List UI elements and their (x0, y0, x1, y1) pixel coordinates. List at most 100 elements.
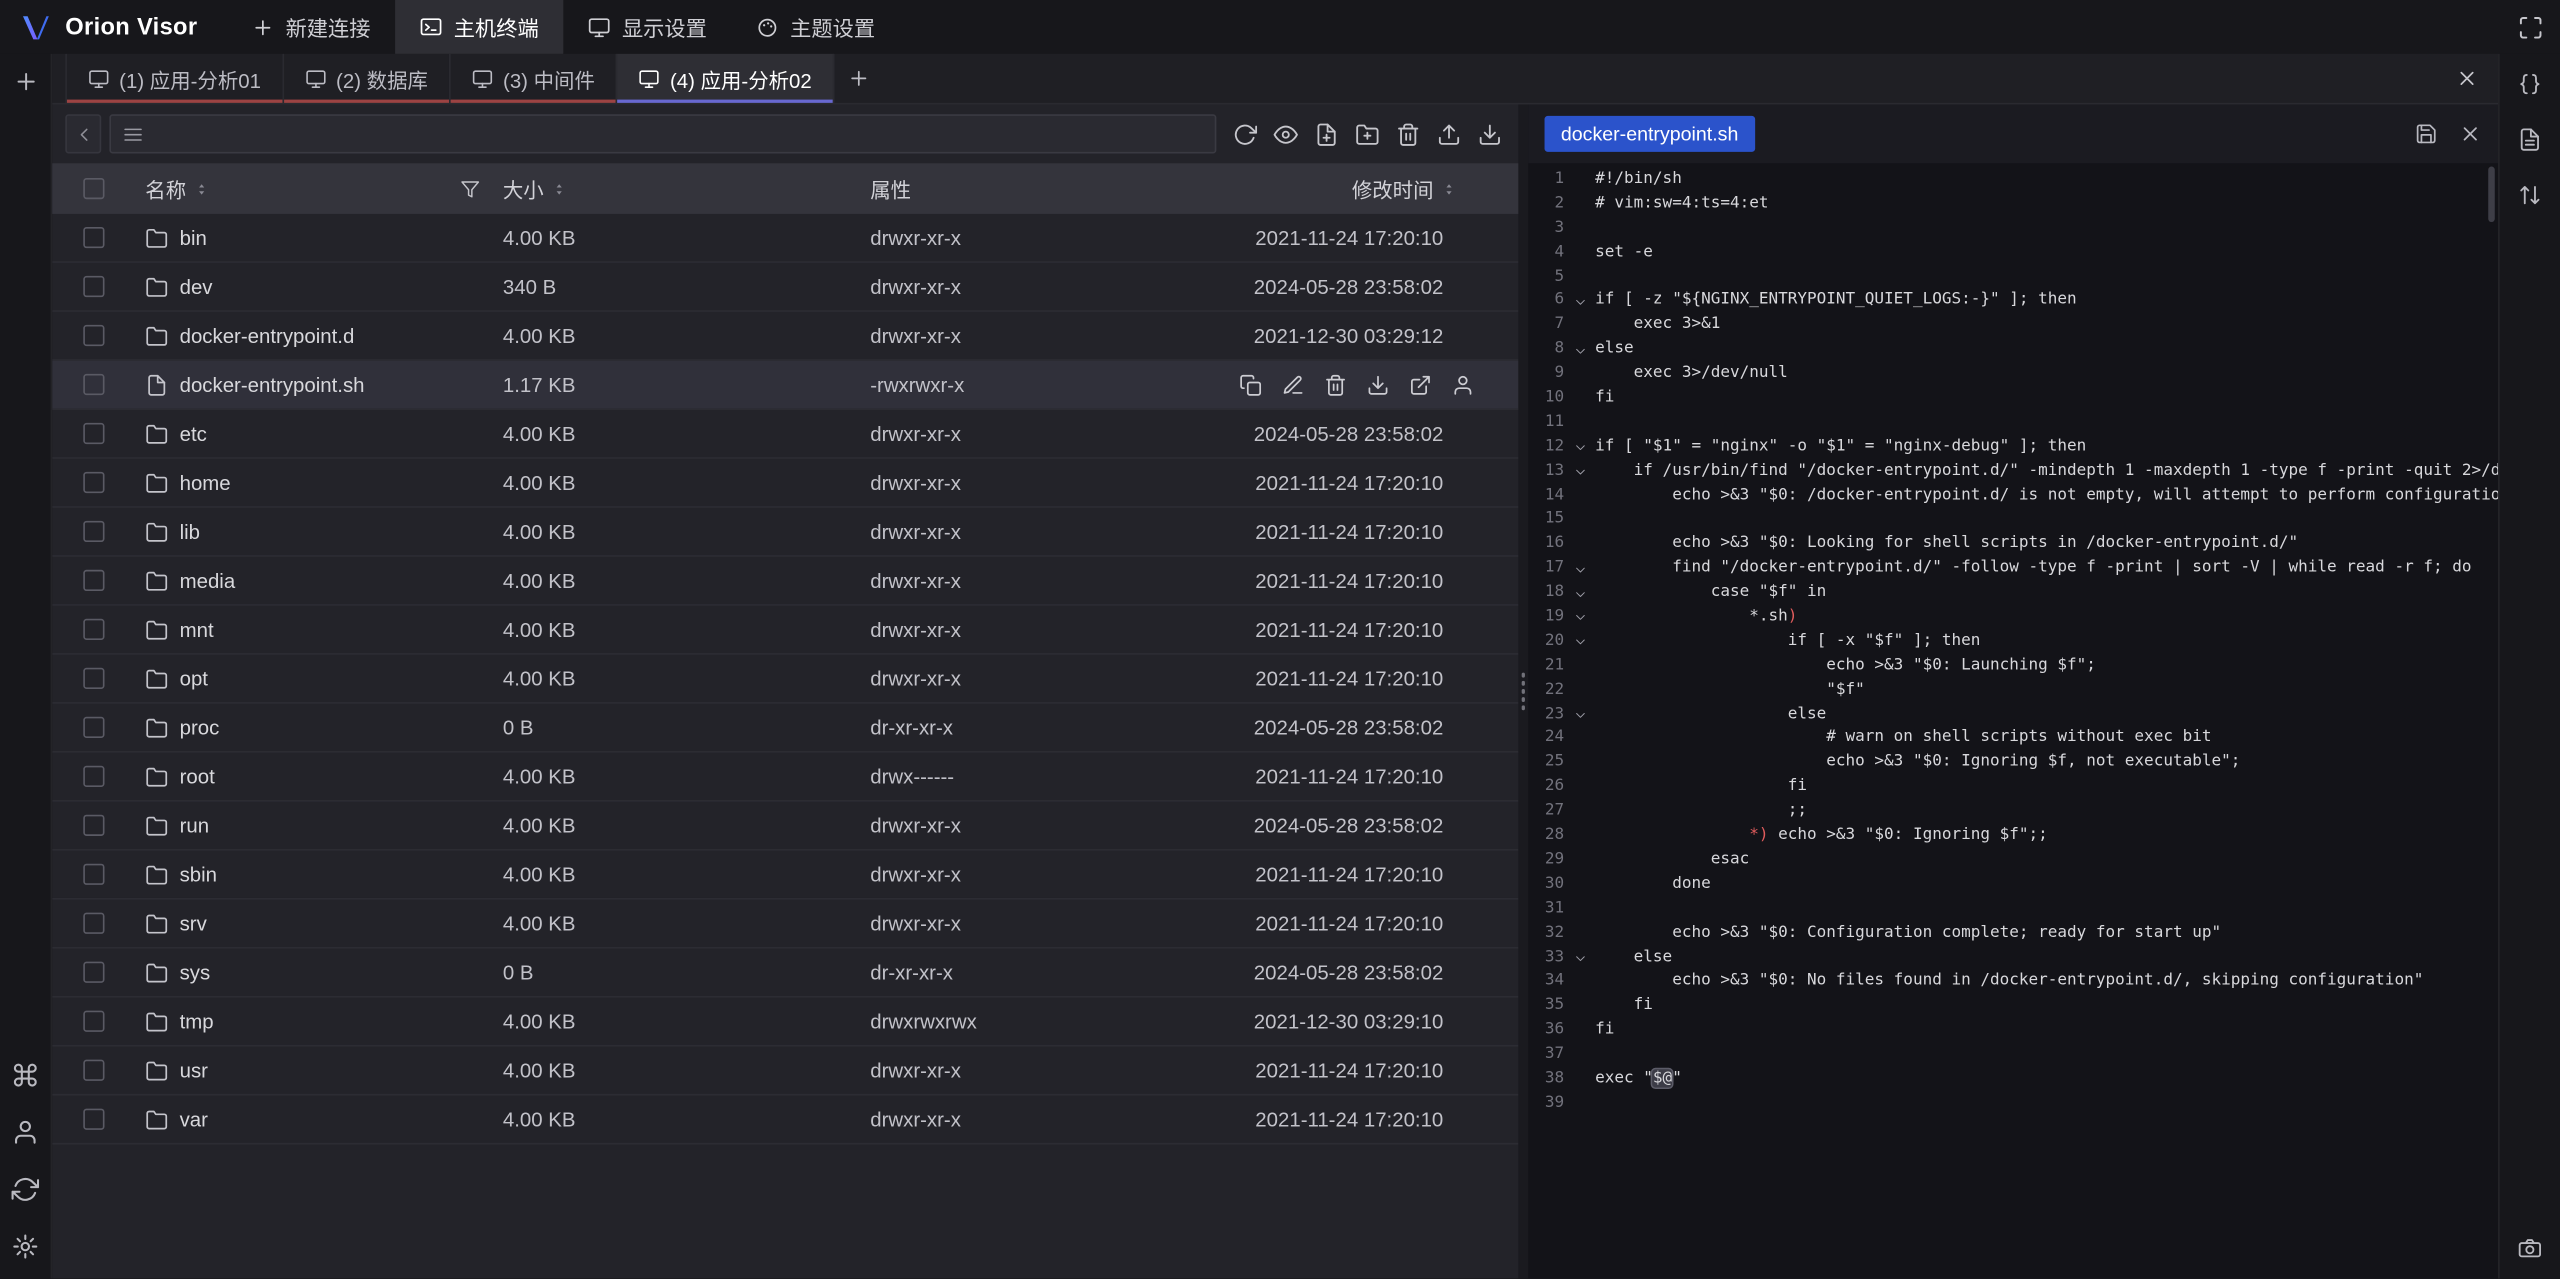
file-row[interactable]: var4.00 KBdrwxr-xr-x2021-11-24 17:20:10 (52, 1096, 1518, 1145)
filter-button[interactable] (460, 179, 480, 199)
path-input[interactable] (153, 122, 1203, 145)
editor-file-tab[interactable]: docker-entrypoint.sh (1545, 116, 1755, 152)
fold-toggle[interactable] (1564, 606, 1595, 630)
download-button[interactable] (1365, 372, 1389, 396)
fullscreen-button[interactable] (2518, 14, 2544, 40)
file-row[interactable]: srv4.00 KBdrwxr-xr-x2021-11-24 17:20:10 (52, 900, 1518, 949)
command-button[interactable] (10, 1060, 41, 1091)
fold-toggle[interactable] (1564, 557, 1595, 581)
download-button[interactable] (1469, 113, 1510, 155)
mtime-sort-button[interactable] (1442, 179, 1457, 199)
save-button[interactable] (2415, 122, 2438, 145)
row-checkbox[interactable] (83, 815, 104, 836)
file-row[interactable]: dev340 Bdrwxr-xr-x2024-05-28 23:58:02 (52, 263, 1518, 312)
eye-button[interactable] (1265, 113, 1306, 155)
file-row[interactable]: docker-entrypoint.d4.00 KBdrwxr-xr-x2021… (52, 312, 1518, 361)
fold-toggle[interactable] (1564, 703, 1595, 727)
row-checkbox[interactable] (83, 374, 104, 395)
row-checkbox[interactable] (83, 668, 104, 689)
upload-button[interactable] (1429, 113, 1470, 155)
fold-toggle[interactable] (1564, 290, 1595, 314)
column-name-label[interactable]: 名称 (145, 173, 186, 204)
file-row[interactable]: bin4.00 KBdrwxr-xr-x2021-11-24 17:20:10 (52, 214, 1518, 263)
file-row[interactable]: home4.00 KBdrwxr-xr-x2021-11-24 17:20:10 (52, 459, 1518, 508)
plus-button[interactable] (11, 67, 40, 96)
menu-item-display[interactable]: 显示设置 (563, 0, 731, 54)
move-button[interactable] (1407, 372, 1431, 396)
row-checkbox[interactable] (83, 570, 104, 591)
name-sort-button[interactable] (194, 179, 209, 199)
editor-close-button[interactable] (2459, 122, 2482, 145)
row-checkbox[interactable] (83, 1011, 104, 1032)
fold-toggle[interactable] (1564, 630, 1595, 654)
row-checkbox[interactable] (83, 913, 104, 934)
sync-button[interactable] (10, 1174, 41, 1205)
fold-spacer (1564, 411, 1595, 435)
row-checkbox[interactable] (83, 227, 104, 248)
camera-button[interactable] (2516, 1234, 2544, 1262)
file-row[interactable]: mnt4.00 KBdrwxr-xr-x2021-11-24 17:20:10 (52, 606, 1518, 655)
menu-item-theme[interactable]: 主题设置 (731, 0, 899, 54)
size-sort-button[interactable] (552, 179, 567, 199)
refresh-button[interactable] (1225, 113, 1266, 155)
file-row[interactable]: opt4.00 KBdrwxr-xr-x2021-11-24 17:20:10 (52, 655, 1518, 704)
delete-button[interactable] (1388, 113, 1429, 155)
row-checkbox[interactable] (83, 521, 104, 542)
fold-toggle[interactable] (1564, 338, 1595, 362)
column-mtime-label[interactable]: 修改时间 (1352, 173, 1434, 204)
file-row[interactable]: sbin4.00 KBdrwxr-xr-x2021-11-24 17:20:10 (52, 851, 1518, 900)
fold-toggle[interactable] (1564, 436, 1595, 460)
braces-button[interactable] (2516, 70, 2544, 98)
fold-toggle[interactable] (1564, 460, 1595, 484)
permission-button[interactable] (1450, 372, 1474, 396)
new-folder-button[interactable] (1347, 113, 1388, 155)
select-all-checkbox[interactable] (83, 178, 104, 199)
terminal-tab-1[interactable]: (1) 应用-分析01 (65, 54, 284, 103)
copy-button[interactable] (1238, 372, 1262, 396)
edit-button[interactable] (1280, 372, 1304, 396)
delete-button[interactable] (1322, 372, 1346, 396)
file-row[interactable]: tmp4.00 KBdrwxrwxrwx2021-12-30 03:29:10 (52, 998, 1518, 1047)
terminal-tab-3[interactable]: (3) 中间件 (451, 54, 618, 103)
row-checkbox[interactable] (83, 472, 104, 493)
menu-item-terminal[interactable]: 主机终端 (395, 0, 563, 54)
column-size-label[interactable]: 大小 (503, 173, 544, 204)
file-row[interactable]: sys0 Bdr-xr-xr-x2024-05-28 23:58:02 (52, 949, 1518, 998)
fold-toggle[interactable] (1564, 581, 1595, 605)
swap-button[interactable] (2516, 181, 2544, 209)
file-row[interactable]: usr4.00 KBdrwxr-xr-x2021-11-24 17:20:10 (52, 1047, 1518, 1096)
back-button[interactable] (65, 114, 101, 153)
row-checkbox[interactable] (83, 766, 104, 787)
row-checkbox[interactable] (83, 619, 104, 640)
file-row[interactable]: run4.00 KBdrwxr-xr-x2024-05-28 23:58:02 (52, 802, 1518, 851)
close-terminal-button[interactable] (2456, 67, 2479, 90)
file-row[interactable]: docker-entrypoint.sh1.17 KB-rwxrwxr-x (52, 361, 1518, 410)
file-row[interactable]: etc4.00 KBdrwxr-xr-x2024-05-28 23:58:02 (52, 410, 1518, 459)
menu-item-plus[interactable]: 新建连接 (227, 0, 395, 54)
file-row[interactable]: lib4.00 KBdrwxr-xr-x2021-11-24 17:20:10 (52, 508, 1518, 557)
row-checkbox[interactable] (83, 1109, 104, 1130)
folder-icon (145, 667, 168, 690)
file-row[interactable]: root4.00 KBdrwx------2021-11-24 17:20:10 (52, 753, 1518, 802)
file-row[interactable]: media4.00 KBdrwxr-xr-x2021-11-24 17:20:1… (52, 557, 1518, 606)
row-checkbox[interactable] (83, 864, 104, 885)
brand[interactable]: Orion Visor (20, 11, 198, 44)
panel-splitter[interactable] (1518, 104, 1528, 1278)
new-file-button[interactable] (1306, 113, 1347, 155)
row-checkbox[interactable] (83, 1060, 104, 1081)
document-button[interactable] (2516, 126, 2544, 154)
row-checkbox[interactable] (83, 717, 104, 738)
editor-scrollbar[interactable] (2488, 167, 2495, 223)
new-tab-button[interactable] (835, 54, 884, 103)
terminal-tab-2[interactable]: (2) 数据库 (284, 54, 451, 103)
fold-toggle[interactable] (1564, 946, 1595, 970)
row-checkbox[interactable] (83, 325, 104, 346)
row-checkbox[interactable] (83, 276, 104, 297)
file-row[interactable]: proc0 Bdr-xr-xr-x2024-05-28 23:58:02 (52, 704, 1518, 753)
settings-button[interactable] (10, 1231, 41, 1262)
row-checkbox[interactable] (83, 423, 104, 444)
user-button[interactable] (10, 1117, 41, 1148)
row-checkbox[interactable] (83, 962, 104, 983)
terminal-tab-4[interactable]: (4) 应用-分析02 (618, 54, 835, 103)
code-area[interactable]: 1#!/bin/sh2# vim:sw=4:ts=4:et34set -e56i… (1528, 163, 2498, 1278)
